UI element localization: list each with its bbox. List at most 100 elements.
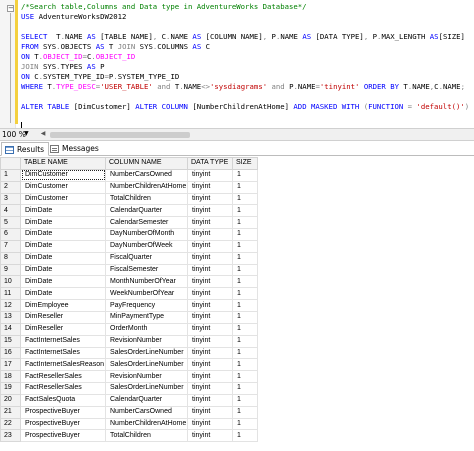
- cell-column-name[interactable]: PayFrequency: [105, 299, 188, 312]
- cell-size[interactable]: 1: [232, 417, 258, 431]
- table-row[interactable]: 16 FactInternetSales SalesOrderLineNumber t…: [0, 346, 258, 360]
- cell-data-type[interactable]: tinyint: [187, 358, 233, 372]
- table-row[interactable]: 19 FactResellerSales SalesOrderLineNumber t…: [0, 382, 258, 395]
- grid-corner[interactable]: [0, 157, 21, 170]
- cell-size[interactable]: 1: [232, 299, 258, 312]
- cell-size[interactable]: 1: [232, 180, 258, 194]
- row-number[interactable]: 7: [0, 239, 21, 253]
- column-header-data-type[interactable]: DATA TYPE: [187, 157, 233, 170]
- cell-size[interactable]: 1: [232, 382, 258, 395]
- results-grid[interactable]: TABLE NAME COLUMN NAME DATA TYPE SIZE 1D…: [0, 157, 474, 451]
- cell-data-type[interactable]: tinyint: [187, 405, 233, 419]
- row-number[interactable]: 15: [0, 334, 21, 348]
- cell-column-name[interactable]: FiscalSemester: [105, 263, 188, 277]
- cell-column-name[interactable]: FiscalQuarter: [105, 251, 188, 265]
- table-row[interactable]: 9 DimDate FiscalSemester tinyint 1: [0, 263, 258, 277]
- cell-table-name[interactable]: ProspectiveBuyer: [20, 405, 106, 419]
- cell-table-name[interactable]: DimReseller: [20, 310, 106, 324]
- cell-data-type[interactable]: tinyint: [187, 429, 233, 443]
- table-row[interactable]: 1 DimCustomer NumberCarsOwned tinyint 1: [0, 168, 258, 182]
- row-number[interactable]: 11: [0, 287, 21, 301]
- cell-column-name[interactable]: SalesOrderLineNumber: [105, 358, 188, 372]
- cell-data-type[interactable]: tinyint: [187, 393, 233, 407]
- cell-size[interactable]: 1: [232, 263, 258, 277]
- cell-size[interactable]: 1: [232, 204, 258, 218]
- cell-size[interactable]: 1: [232, 287, 258, 301]
- cell-column-name[interactable]: WeekNumberOfYear: [105, 287, 188, 301]
- cell-table-name[interactable]: FactInternetSales: [20, 346, 106, 360]
- code-line[interactable]: [21, 22, 471, 32]
- cell-size[interactable]: 1: [232, 322, 258, 336]
- cell-size[interactable]: 1: [232, 429, 258, 443]
- column-header-size[interactable]: SIZE: [232, 157, 258, 170]
- table-row[interactable]: 6 DimDate DayNumberOfMonth tinyint 1: [0, 228, 258, 241]
- cell-table-name[interactable]: FactResellerSales: [20, 370, 106, 384]
- row-number[interactable]: 3: [0, 192, 21, 206]
- cell-column-name[interactable]: SalesOrderLineNumber: [105, 382, 188, 395]
- table-row[interactable]: 8 DimDate FiscalQuarter tinyint 1: [0, 251, 258, 265]
- code-line[interactable]: JOIN SYS.TYPES AS P: [21, 62, 471, 72]
- horizontal-scrollbar-thumb[interactable]: [50, 132, 190, 138]
- column-header-column-name[interactable]: COLUMN NAME: [105, 157, 188, 170]
- code-line[interactable]: SELECT T.NAME AS [TABLE NAME], C.NAME AS…: [21, 32, 471, 42]
- table-row[interactable]: 18 FactResellerSales RevisionNumber tinyint…: [0, 370, 258, 384]
- cell-table-name[interactable]: FactResellerSales: [20, 382, 106, 395]
- code-line[interactable]: [21, 92, 471, 102]
- tab-results[interactable]: Results: [1, 142, 50, 156]
- cell-table-name[interactable]: DimEmployee: [20, 299, 106, 312]
- cell-table-name[interactable]: DimDate: [20, 216, 106, 230]
- table-row[interactable]: 17 FactInternetSalesReason SalesOrderLineN…: [0, 358, 258, 372]
- row-number[interactable]: 8: [0, 251, 21, 265]
- cell-size[interactable]: 1: [232, 275, 258, 289]
- chevron-down-icon[interactable]: ▼: [24, 130, 29, 137]
- cell-data-type[interactable]: tinyint: [187, 322, 233, 336]
- cell-column-name[interactable]: TotalChildren: [105, 192, 188, 206]
- cell-data-type[interactable]: tinyint: [187, 228, 233, 241]
- zoom-level[interactable]: 100 %: [2, 130, 26, 139]
- cell-data-type[interactable]: tinyint: [187, 275, 233, 289]
- cell-size[interactable]: 1: [232, 358, 258, 372]
- cell-column-name[interactable]: NumberChildrenAtHome: [105, 417, 188, 431]
- cell-table-name[interactable]: DimDate: [20, 275, 106, 289]
- code-line[interactable]: ALTER TABLE [DimCustomer] ALTER COLUMN […: [21, 102, 471, 112]
- cell-column-name[interactable]: DayNumberOfMonth: [105, 228, 188, 241]
- cell-size[interactable]: 1: [232, 405, 258, 419]
- cell-column-name[interactable]: MinPaymentType: [105, 310, 188, 324]
- row-number[interactable]: 21: [0, 405, 21, 419]
- collapse-icon[interactable]: −: [7, 5, 14, 12]
- table-row[interactable]: 10 DimDate MonthNumberOfYear tinyint 1: [0, 275, 258, 289]
- cell-data-type[interactable]: tinyint: [187, 239, 233, 253]
- cell-data-type[interactable]: tinyint: [187, 346, 233, 360]
- code-line[interactable]: WHERE T.TYPE_DESC='USER_TABLE' and T.NAM…: [21, 82, 471, 92]
- cell-data-type[interactable]: tinyint: [187, 310, 233, 324]
- cell-table-name[interactable]: ProspectiveBuyer: [20, 429, 106, 443]
- table-row[interactable]: 23 ProspectiveBuyer TotalChildren tinyint 1: [0, 429, 258, 443]
- cell-column-name[interactable]: NumberChildrenAtHome: [105, 180, 188, 194]
- cell-size[interactable]: 1: [232, 228, 258, 241]
- cell-table-name[interactable]: ProspectiveBuyer: [20, 417, 106, 431]
- cell-column-name[interactable]: NumberCarsOwned: [105, 168, 188, 182]
- cell-data-type[interactable]: tinyint: [187, 263, 233, 277]
- query-editor[interactable]: − /*Search table,Columns and Data type i…: [0, 0, 474, 128]
- cell-table-name[interactable]: FactInternetSalesReason: [20, 358, 106, 372]
- cell-column-name[interactable]: MonthNumberOfYear: [105, 275, 188, 289]
- cell-size[interactable]: 1: [232, 393, 258, 407]
- cell-size[interactable]: 1: [232, 192, 258, 206]
- cell-table-name[interactable]: DimDate: [20, 287, 106, 301]
- code-line[interactable]: USE AdventureWorksDW2012: [21, 12, 471, 22]
- cell-column-name[interactable]: CalendarQuarter: [105, 204, 188, 218]
- cell-size[interactable]: 1: [232, 370, 258, 384]
- cell-data-type[interactable]: tinyint: [187, 251, 233, 265]
- table-row[interactable]: 15 FactInternetSales RevisionNumber tinyint…: [0, 334, 258, 348]
- cell-table-name[interactable]: DimCustomer: [20, 168, 106, 182]
- code-line[interactable]: ON T.OBJECT_ID=C.OBJECT_ID: [21, 52, 471, 62]
- row-number[interactable]: 23: [0, 429, 21, 443]
- cell-data-type[interactable]: tinyint: [187, 216, 233, 230]
- table-row[interactable]: 11 DimDate WeekNumberOfYear tinyint 1: [0, 287, 258, 301]
- cell-data-type[interactable]: tinyint: [187, 417, 233, 431]
- cell-data-type[interactable]: tinyint: [187, 192, 233, 206]
- row-number[interactable]: 1: [0, 168, 21, 182]
- cell-table-name[interactable]: DimCustomer: [20, 192, 106, 206]
- table-row[interactable]: 5 DimDate CalendarSemester tinyint 1: [0, 216, 258, 230]
- table-row[interactable]: 22 ProspectiveBuyer NumberChildrenAtHome ti…: [0, 417, 258, 431]
